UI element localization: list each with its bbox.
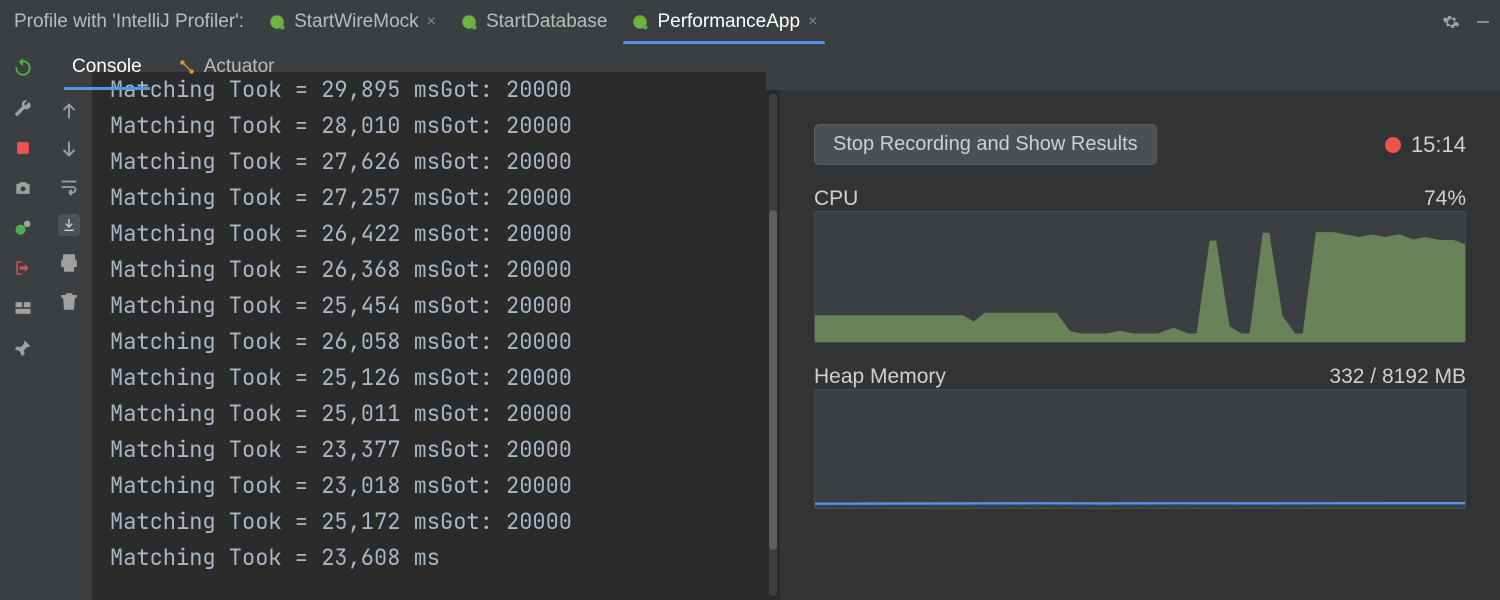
console-toolbar xyxy=(46,90,92,600)
recording-elapsed: 15:14 xyxy=(1385,132,1466,158)
scroll-to-end-icon[interactable] xyxy=(58,214,80,236)
cpu-label: CPU xyxy=(814,187,858,211)
cpu-chart xyxy=(814,211,1466,343)
gear-icon[interactable] xyxy=(1442,13,1460,31)
camera-icon[interactable] xyxy=(13,178,33,198)
console-tab-label: Console xyxy=(72,56,142,78)
wrench-icon[interactable] xyxy=(13,98,33,118)
spring-icon xyxy=(268,13,286,31)
scroll-up-icon[interactable] xyxy=(58,100,80,122)
pin-icon[interactable] xyxy=(13,338,33,358)
tab-actuator[interactable]: Actuator xyxy=(160,44,293,90)
spring-icon xyxy=(460,13,478,31)
spring-icon xyxy=(631,13,649,31)
tab-console[interactable]: Console xyxy=(54,44,160,90)
profiler-title: Profile with 'IntelliJ Profiler': xyxy=(14,11,244,33)
close-icon[interactable]: × xyxy=(808,14,817,30)
layout-icon[interactable] xyxy=(13,298,33,318)
exit-icon[interactable] xyxy=(13,258,33,278)
run-config-tabs: StartWireMock × StartDatabase Performanc… xyxy=(256,0,1430,44)
run-tab-startdatabase[interactable]: StartDatabase xyxy=(448,0,619,44)
run-tab-label: PerformanceApp xyxy=(657,11,800,33)
heap-label: Heap Memory xyxy=(814,365,946,389)
run-tab-label: StartWireMock xyxy=(294,11,419,33)
record-icon xyxy=(1385,137,1401,153)
close-icon[interactable]: × xyxy=(427,14,436,30)
profiler-panel: Stop Recording and Show Results 15:14 CP… xyxy=(780,90,1500,600)
minimize-icon[interactable] xyxy=(1474,13,1492,31)
actuator-icon xyxy=(178,58,196,76)
console-output[interactable]: Matching Took = 29,895 msGot: 20000Match… xyxy=(92,72,766,600)
print-icon[interactable] xyxy=(58,252,80,274)
elapsed-time: 15:14 xyxy=(1411,132,1466,158)
console-tab-bar: Console Actuator xyxy=(46,44,1500,90)
run-tab-label: StartDatabase xyxy=(486,11,607,33)
rerun-icon[interactable] xyxy=(13,58,33,78)
soft-wrap-icon[interactable] xyxy=(58,176,80,198)
stop-recording-button[interactable]: Stop Recording and Show Results xyxy=(814,124,1157,165)
heap-chart xyxy=(814,389,1466,509)
stop-icon[interactable] xyxy=(13,138,33,158)
run-tab-performanceapp[interactable]: PerformanceApp × xyxy=(619,0,829,44)
cpu-value: 74% xyxy=(1424,187,1466,211)
run-tool-rail xyxy=(0,44,46,600)
actuator-tab-label: Actuator xyxy=(204,56,275,78)
profiler-bug-icon[interactable] xyxy=(13,218,33,238)
scroll-down-icon[interactable] xyxy=(58,138,80,160)
run-tab-startwiremock[interactable]: StartWireMock × xyxy=(256,0,448,44)
trash-icon[interactable] xyxy=(58,290,80,312)
console-scrollbar[interactable] xyxy=(766,90,780,600)
heap-value: 332 / 8192 MB xyxy=(1329,365,1466,389)
